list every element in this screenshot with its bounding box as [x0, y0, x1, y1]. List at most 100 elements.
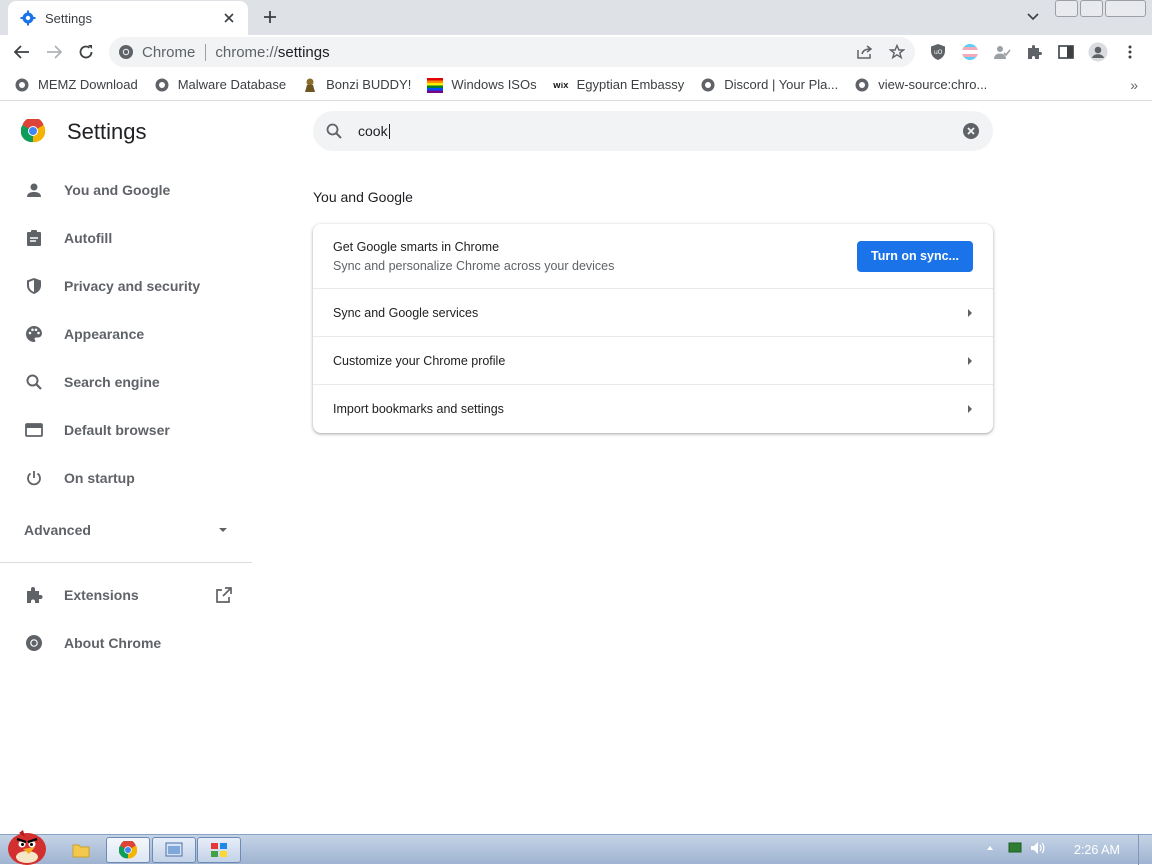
sidebar-item-label: Extensions	[64, 587, 139, 603]
person-icon	[24, 180, 44, 200]
globe-icon	[154, 77, 170, 93]
explorer-folder-icon[interactable]	[72, 842, 90, 858]
site-chip: Chrome	[142, 43, 196, 61]
system-tray	[986, 841, 1046, 855]
taskbar-app-button-1[interactable]	[152, 837, 196, 863]
sidebar-item-on-startup[interactable]: On startup	[0, 454, 252, 502]
sidebar-item-label: Appearance	[64, 326, 145, 342]
bookmarks-bar: MEMZ Download Malware Database Bonzi BUD…	[0, 69, 1152, 101]
sidebar-item-you-and-google[interactable]: You and Google	[0, 166, 252, 214]
restore-button[interactable]	[1080, 0, 1103, 17]
sidebar-advanced-toggle[interactable]: Advanced	[0, 502, 252, 558]
bookmark-egyptian-embassy[interactable]: WiX Egyptian Embassy	[553, 72, 685, 98]
sidebar-item-extensions[interactable]: Extensions	[0, 571, 252, 619]
bookmark-label: MEMZ Download	[38, 77, 138, 92]
caret-down-icon	[218, 527, 228, 533]
bookmark-discord[interactable]: Discord | Your Pla...	[700, 72, 838, 98]
bookmarks-overflow-button[interactable]: »	[1130, 77, 1138, 93]
tab-search-chevron-icon[interactable]	[1022, 7, 1044, 27]
sidebar-item-label: About Chrome	[64, 635, 162, 651]
rainbow-flag-icon	[427, 77, 444, 93]
globe-icon	[700, 77, 716, 93]
settings-search-input[interactable]: cook	[313, 111, 993, 151]
back-arrow-icon[interactable]	[10, 40, 34, 64]
bookmark-malware-database[interactable]: Malware Database	[154, 72, 286, 98]
url-path: settings	[277, 43, 330, 61]
show-desktop-button[interactable]	[1138, 835, 1152, 865]
extensions-puzzle-icon[interactable]	[1022, 40, 1046, 64]
trans-flag-extension-icon[interactable]	[958, 40, 982, 64]
taskbar-clock[interactable]: 2:26 AM	[1074, 843, 1120, 857]
new-tab-button[interactable]	[258, 6, 282, 28]
close-icon[interactable]	[220, 9, 238, 27]
row-customize-profile[interactable]: Customize your Chrome profile	[313, 337, 993, 385]
bookmark-bonzi-buddy[interactable]: Bonzi BUDDY!	[302, 72, 411, 98]
bookmark-windows-isos[interactable]: Windows ISOs	[427, 72, 537, 98]
url-text: chrome://settings	[215, 44, 329, 61]
svg-text:WiX: WiX	[553, 82, 569, 90]
toolbar: Chrome chrome://settings uO	[0, 35, 1152, 69]
sidebar-item-about-chrome[interactable]: About Chrome	[0, 619, 252, 667]
person-check-extension-icon[interactable]	[990, 40, 1014, 64]
volume-icon[interactable]	[1030, 841, 1046, 855]
sidebar-item-label: On startup	[64, 470, 135, 486]
search-icon	[326, 123, 342, 139]
globe-icon	[854, 77, 870, 93]
taskbar-app-button-2[interactable]	[197, 837, 241, 863]
tray-expand-icon[interactable]	[986, 845, 994, 851]
menu-kebab-icon[interactable]	[1118, 40, 1142, 64]
sidebar-divider	[0, 562, 252, 563]
chrome-logo-icon	[21, 119, 45, 143]
url-scheme: chrome://	[215, 43, 278, 61]
settings-page: Settings cook You and Google Autofill Pr…	[0, 102, 1152, 834]
reload-icon[interactable]	[74, 40, 98, 64]
section-title: You and Google	[313, 189, 413, 205]
row-label: Sync and Google services	[333, 305, 479, 320]
bookmark-label: Discord | Your Pla...	[724, 77, 839, 92]
sidebar-item-label: Autofill	[64, 230, 113, 246]
bookmark-memz[interactable]: MEMZ Download	[14, 72, 138, 98]
network-icon[interactable]	[1008, 842, 1022, 854]
profile-avatar[interactable]	[1086, 40, 1110, 64]
tab-title: Settings	[45, 10, 92, 26]
address-bar[interactable]: Chrome chrome://settings	[109, 37, 915, 67]
star-icon[interactable]	[887, 43, 907, 61]
colorful-app-icon	[210, 842, 228, 858]
search-query[interactable]: cook	[358, 123, 962, 140]
clear-search-icon[interactable]	[962, 122, 980, 140]
bookmark-label: view-source:chro...	[878, 77, 988, 92]
bookmark-label: Windows ISOs	[451, 77, 537, 92]
advanced-label: Advanced	[24, 522, 91, 538]
taskbar-chrome-button[interactable]	[106, 837, 150, 863]
text-cursor	[388, 124, 390, 140]
row-import-bookmarks[interactable]: Import bookmarks and settings	[313, 385, 993, 433]
forward-arrow-icon[interactable]	[42, 40, 66, 64]
power-icon	[24, 468, 44, 488]
bookmark-view-source[interactable]: view-source:chro...	[854, 72, 987, 98]
turn-on-sync-button[interactable]: Turn on sync...	[857, 240, 973, 272]
puzzle-icon	[24, 585, 44, 605]
bookmark-label: Bonzi BUDDY!	[326, 77, 412, 92]
sidebar-item-search-engine[interactable]: Search engine	[0, 358, 252, 406]
arrow-right-icon	[967, 404, 973, 414]
ublock-shield-icon[interactable]: uO	[926, 40, 950, 64]
row-sync-google-services[interactable]: Sync and Google services	[313, 289, 993, 337]
close-window-button[interactable]	[1105, 0, 1146, 17]
row-label: Customize your Chrome profile	[333, 353, 506, 368]
sidebar-item-privacy-security[interactable]: Privacy and security	[0, 262, 252, 310]
shield-icon	[24, 276, 44, 296]
sidebar-item-label: Privacy and security	[64, 278, 201, 294]
sidebar-item-appearance[interactable]: Appearance	[0, 310, 252, 358]
sidebar-item-default-browser[interactable]: Default browser	[0, 406, 252, 454]
sidebar-item-autofill[interactable]: Autofill	[0, 214, 252, 262]
sidebar-item-label: Search engine	[64, 374, 160, 390]
minimize-button[interactable]	[1055, 0, 1078, 17]
sync-promo-row: Get Google smarts in Chrome Sync and per…	[313, 224, 993, 289]
settings-sidebar: You and Google Autofill Privacy and secu…	[0, 166, 252, 667]
tab-settings[interactable]: Settings	[8, 1, 248, 35]
chrome-icon	[24, 633, 44, 653]
side-panel-icon[interactable]	[1054, 40, 1078, 64]
palette-icon	[24, 324, 44, 344]
share-icon[interactable]	[855, 43, 875, 61]
start-button-angry-bird-icon[interactable]	[4, 827, 52, 865]
